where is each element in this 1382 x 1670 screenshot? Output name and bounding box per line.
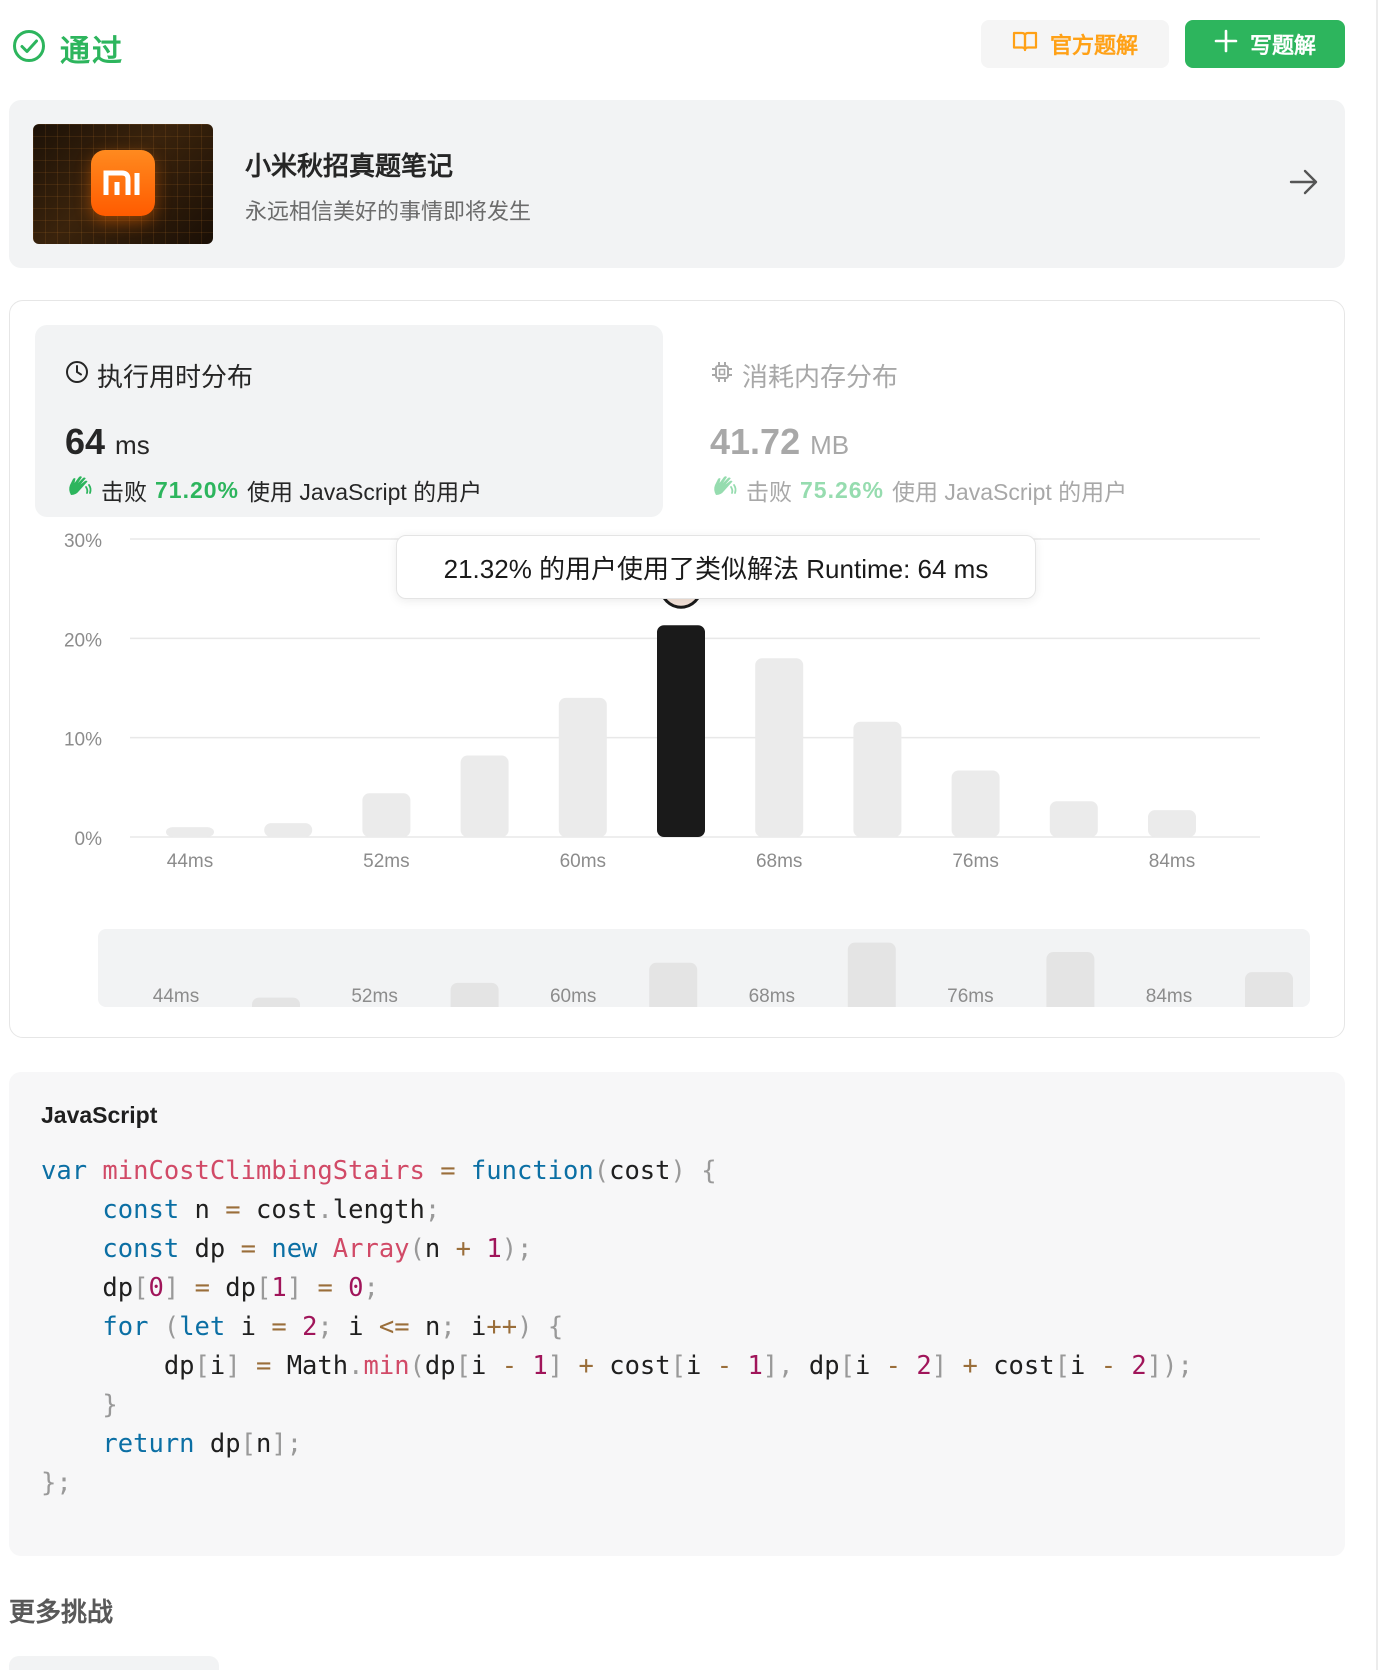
chart-bar — [657, 625, 705, 837]
accepted-status: 通过 — [12, 26, 124, 70]
chart-bar — [558, 697, 607, 837]
xiaomi-logo — [91, 150, 155, 216]
memory-title: 消耗内存分布 — [710, 357, 898, 394]
more-challenges-heading: 更多挑战 — [9, 1597, 114, 1627]
chart-bar — [264, 823, 313, 837]
runtime-beat-suffix: 使用 JavaScript 的用户 — [247, 479, 483, 505]
code-line: var minCostClimbingStairs = function(cos… — [41, 1156, 717, 1186]
write-solution-label: 写题解 — [1249, 33, 1316, 58]
code-line: return dp[n]; — [102, 1429, 303, 1459]
mini-chart-bar — [450, 982, 499, 1007]
runtime-number: 64 — [65, 421, 106, 462]
scrollbar[interactable] — [1376, 0, 1378, 1670]
mini-x-tick-label: 52ms — [351, 986, 397, 1007]
code-line: }; — [41, 1468, 72, 1498]
mini-chart-bar — [847, 942, 896, 1007]
mini-x-tick-label: 84ms — [1146, 986, 1192, 1007]
code-line: dp[0] = dp[1] = 0; — [102, 1273, 379, 1303]
banner-subtitle: 永远相信美好的事情即将发生 — [245, 199, 532, 224]
clock-icon — [65, 360, 89, 391]
book-icon — [1012, 30, 1038, 58]
runtime-unit: ms — [115, 430, 150, 460]
performance-stats-card: 执行用时分布 64 ms 击败 71.20% 使用 JavaScript 的用户 — [9, 300, 1345, 1038]
y-tick-label: 30% — [64, 531, 102, 552]
runtime-title: 执行用时分布 — [65, 357, 253, 394]
runtime-beat: 击败 71.20% 使用 JavaScript 的用户 — [65, 473, 482, 507]
mini-x-tick-label: 76ms — [947, 986, 993, 1007]
runtime-beat-percent: 71.20% — [155, 476, 240, 503]
memory-number: 41.72 — [710, 421, 801, 462]
x-tick-label: 84ms — [1149, 851, 1195, 872]
x-tick-label: 44ms — [167, 851, 213, 872]
runtime-stat-panel[interactable]: 执行用时分布 64 ms 击败 71.20% 使用 JavaScript 的用户 — [35, 325, 663, 517]
code-block: JavaScript var minCostClimbingStairs = f… — [9, 1072, 1345, 1556]
y-tick-label: 10% — [64, 730, 102, 751]
plus-icon — [1214, 29, 1238, 59]
x-tick-label: 52ms — [363, 851, 409, 872]
chart-bar — [460, 755, 509, 837]
chart-bar — [362, 793, 411, 837]
code-line: } — [102, 1390, 118, 1420]
code-language: JavaScript — [41, 1102, 158, 1128]
mini-distribution-chart[interactable]: 44ms 52ms 60ms 68ms 76ms 84ms — [98, 929, 1310, 1007]
banner-image — [33, 124, 213, 244]
submission-result-page: 通过 官方题解 写题解 小米秋招真题笔记 永远相信美好的事情即将发生 执行用时分… — [0, 0, 1382, 1670]
runtime-value: 64 ms — [65, 421, 150, 463]
code-content: var minCostClimbingStairs = function(cos… — [41, 1152, 1193, 1503]
chart-bar — [166, 827, 214, 837]
chart-bar — [1148, 810, 1196, 837]
mini-x-tick-label: 44ms — [153, 986, 199, 1007]
mini-x-tick-label: 60ms — [550, 986, 596, 1007]
mini-chart-bar — [649, 962, 698, 1007]
y-tick-label: 20% — [64, 630, 102, 651]
code-line: const dp = new Array(n + 1); — [102, 1234, 533, 1264]
official-solution-button[interactable]: 官方题解 — [981, 20, 1169, 68]
code-line: dp[i] = Math.min(dp[i - 1] + cost[i - 1]… — [163, 1351, 1193, 1381]
chart-bar — [853, 721, 902, 837]
runtime-title-label: 执行用时分布 — [97, 362, 254, 392]
write-solution-button[interactable]: 写题解 — [1185, 20, 1345, 68]
chart-tooltip: 21.32% 的用户使用了类似解法 Runtime: 64 ms — [396, 535, 1036, 599]
memory-title-label: 消耗内存分布 — [742, 362, 899, 392]
memory-stat-panel[interactable]: 消耗内存分布 41.72 MB 击败 75.26% 使用 JavaScript … — [710, 325, 1310, 517]
chart-range-slider[interactable]: 44ms 52ms 60ms 68ms 76ms 84ms — [98, 929, 1310, 1007]
memory-beat-percent: 75.26% — [800, 476, 885, 503]
chip-icon — [710, 360, 734, 391]
y-tick-label: 0% — [75, 829, 103, 850]
study-plan-banner[interactable]: 小米秋招真题笔记 永远相信美好的事情即将发生 — [9, 100, 1345, 268]
runtime-beat-prefix: 击败 — [101, 479, 147, 505]
memory-unit: MB — [810, 430, 850, 460]
clap-icon — [65, 473, 93, 507]
code-line: const n = cost.length; — [102, 1195, 441, 1225]
memory-value: 41.72 MB — [710, 421, 849, 463]
chart-bar — [1049, 801, 1098, 837]
mini-chart-bar — [1046, 952, 1095, 1007]
x-tick-label: 76ms — [952, 851, 998, 872]
memory-beat-suffix: 使用 JavaScript 的用户 — [892, 479, 1128, 505]
x-tick-label: 68ms — [756, 851, 802, 872]
memory-beat-prefix: 击败 — [746, 479, 792, 505]
x-tick-label: 60ms — [560, 851, 606, 872]
chart-bar — [755, 658, 804, 837]
challenge-card[interactable] — [9, 1656, 219, 1670]
code-line: for (let i = 2; i <= n; i++) { — [102, 1312, 564, 1342]
official-solution-label: 官方题解 — [1049, 33, 1138, 58]
mini-chart-bar — [252, 997, 300, 1007]
mini-x-tick-label: 68ms — [749, 986, 795, 1007]
chart-bar — [951, 770, 1000, 837]
mini-chart-bar — [1245, 972, 1293, 1007]
check-circle-icon — [12, 29, 46, 68]
banner-title: 小米秋招真题笔记 — [245, 151, 454, 181]
arrow-right-icon[interactable] — [1289, 168, 1319, 201]
memory-beat: 击败 75.26% 使用 JavaScript 的用户 — [710, 473, 1127, 507]
status-label: 通过 — [60, 35, 124, 68]
clap-icon — [710, 473, 738, 507]
